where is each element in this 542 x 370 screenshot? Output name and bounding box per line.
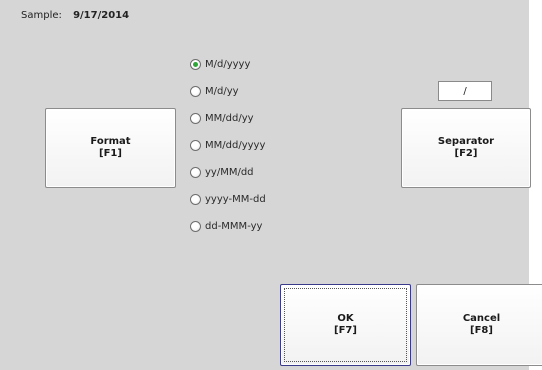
radio-format-1[interactable]: M/d/yy: [190, 83, 239, 99]
cancel-button[interactable]: Cancel [F8]: [416, 284, 542, 366]
cancel-button-label: Cancel: [462, 313, 501, 324]
date-format-dialog: Sample: 9/17/2014 Format [F1] M/d/yyyy M…: [0, 0, 542, 370]
radio-label: MM/dd/yy: [205, 112, 254, 124]
ok-button-key: [F7]: [334, 325, 357, 336]
radio-label: MM/dd/yyyy: [205, 139, 266, 151]
radio-label: M/d/yy: [205, 85, 239, 97]
radio-format-3[interactable]: MM/dd/yyyy: [190, 137, 265, 153]
format-button[interactable]: Format [F1]: [45, 108, 176, 188]
radio-button[interactable]: [190, 166, 201, 178]
format-button-label: Format: [90, 136, 131, 147]
format-button-key: [F1]: [99, 148, 122, 159]
sample-value: 9/17/2014: [73, 10, 130, 21]
radio-format-2[interactable]: MM/dd/yy: [190, 110, 254, 126]
separator-field[interactable]: /: [438, 81, 492, 101]
radio-format-0[interactable]: M/d/yyyy: [190, 56, 250, 72]
separator-button[interactable]: Separator [F2]: [401, 108, 531, 188]
radio-label: yyyy-MM-dd: [205, 193, 266, 205]
radio-button[interactable]: [190, 139, 201, 151]
ok-button[interactable]: OK [F7]: [280, 284, 411, 366]
separator-button-key: [F2]: [454, 148, 478, 159]
sample-label: Sample:: [21, 10, 62, 21]
radio-button[interactable]: [190, 85, 201, 97]
sample-readout: Sample: 9/17/2014: [21, 10, 129, 21]
radio-label: yy/MM/dd: [205, 166, 254, 178]
radio-format-6[interactable]: dd-MMM-yy: [190, 218, 262, 234]
radio-format-4[interactable]: yy/MM/dd: [190, 164, 254, 180]
cancel-button-key: [F8]: [470, 325, 493, 336]
radio-format-5[interactable]: yyyy-MM-dd: [190, 191, 266, 207]
separator-button-label: Separator: [437, 136, 495, 147]
radio-label: M/d/yyyy: [205, 58, 251, 70]
radio-button-checked[interactable]: [190, 58, 201, 70]
radio-label: dd-MMM-yy: [205, 220, 263, 232]
ok-button-label: OK: [337, 313, 354, 324]
radio-button[interactable]: [190, 220, 201, 232]
radio-button[interactable]: [190, 112, 201, 124]
radio-button[interactable]: [190, 193, 201, 205]
